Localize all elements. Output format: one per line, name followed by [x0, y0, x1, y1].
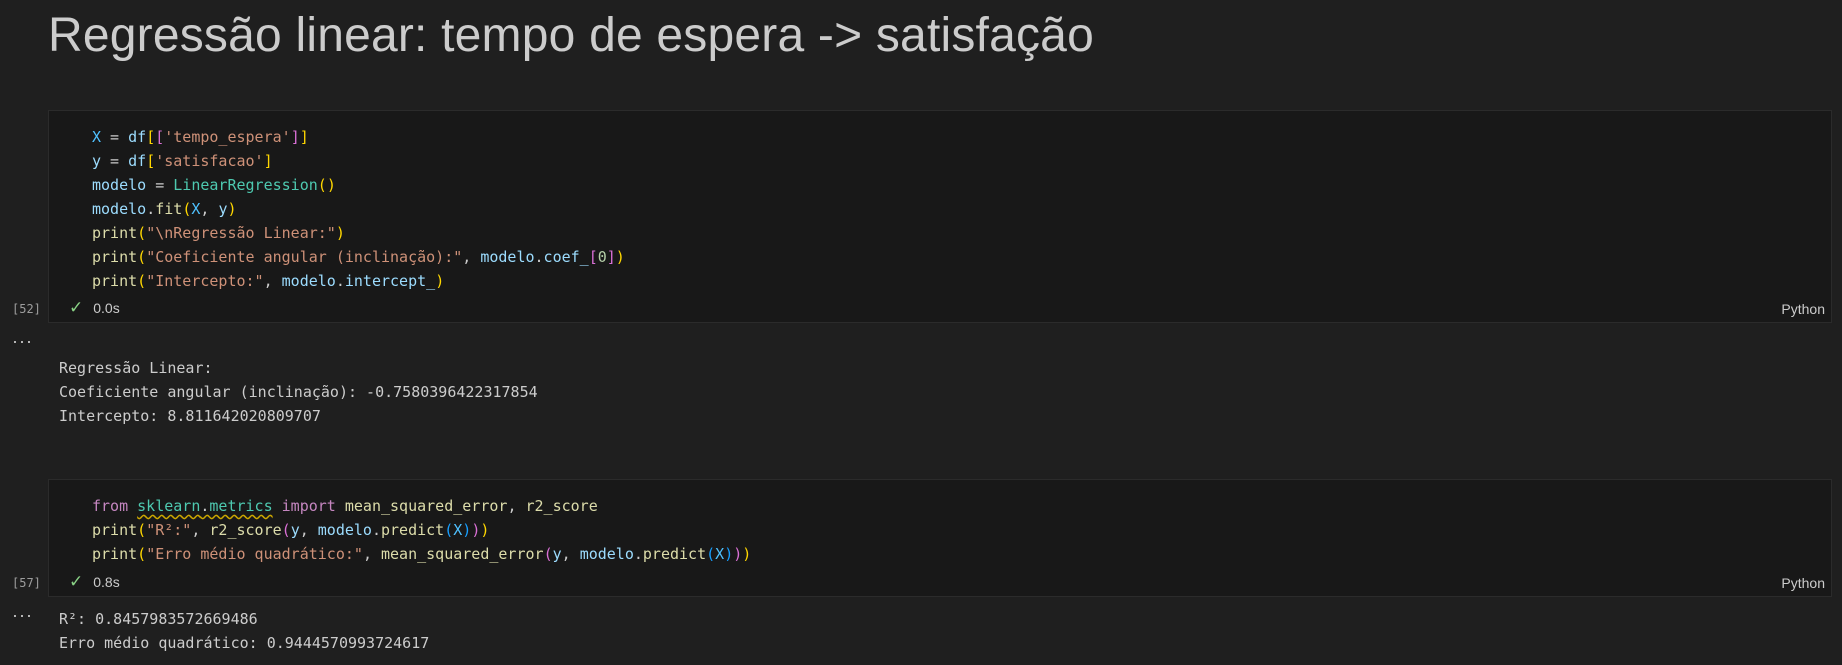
check-icon: ✓	[69, 572, 84, 591]
code-line: print("Erro médio quadrático:", mean_squ…	[92, 545, 752, 563]
execution-time: 0.0s	[93, 300, 120, 316]
code-line: print("\nRegressão Linear:")	[92, 224, 345, 242]
output-more-icon[interactable]: ···	[12, 605, 33, 626]
cell-status-1: ✓ 0.0s	[69, 298, 120, 318]
code-line: modelo = LinearRegression()	[92, 176, 336, 194]
language-picker[interactable]: Python	[1781, 301, 1825, 317]
code-editor-1[interactable]: X = df[['tempo_espera']] y = df['satisfa…	[49, 111, 1831, 293]
execution-count-2: [57]	[12, 576, 41, 590]
cell-status-2: ✓ 0.8s	[69, 572, 120, 592]
code-line: from sklearn.metrics import mean_squared…	[92, 497, 598, 515]
output-line: Coeficiente angular (inclinação): -0.758…	[59, 383, 538, 401]
code-cell-2[interactable]: from sklearn.metrics import mean_squared…	[48, 479, 1832, 597]
language-picker[interactable]: Python	[1781, 575, 1825, 591]
code-line: y = df['satisfacao']	[92, 152, 273, 170]
code-line: print("R²:", r2_score(y, modelo.predict(…	[92, 521, 490, 539]
markdown-heading: Regressão linear: tempo de espera -> sat…	[48, 9, 1094, 62]
notebook-editor: Regressão linear: tempo de espera -> sat…	[0, 0, 1842, 665]
output-line: Intercepto: 8.811642020809707	[59, 407, 321, 425]
code-cell-1[interactable]: X = df[['tempo_espera']] y = df['satisfa…	[48, 110, 1832, 323]
output-more-icon[interactable]: ···	[12, 331, 33, 352]
output-line: R²: 0.8457983572669486	[59, 610, 258, 628]
cell-output-2: R²: 0.8457983572669486 Erro médio quadrá…	[59, 607, 429, 655]
output-line: Regressão Linear:	[59, 359, 213, 377]
code-line: X = df[['tempo_espera']]	[92, 128, 309, 146]
execution-time: 0.8s	[93, 574, 120, 590]
code-editor-2[interactable]: from sklearn.metrics import mean_squared…	[49, 480, 1831, 566]
execution-count-1: [52]	[12, 302, 41, 316]
cell-output-1: Regressão Linear: Coeficiente angular (i…	[59, 356, 538, 428]
code-line: modelo.fit(X, y)	[92, 200, 237, 218]
output-line: Erro médio quadrático: 0.944457099372461…	[59, 634, 430, 652]
code-line: print("Coeficiente angular (inclinação):…	[92, 248, 625, 266]
check-icon: ✓	[69, 298, 84, 317]
code-line: print("Intercepto:", modelo.intercept_)	[92, 272, 445, 290]
